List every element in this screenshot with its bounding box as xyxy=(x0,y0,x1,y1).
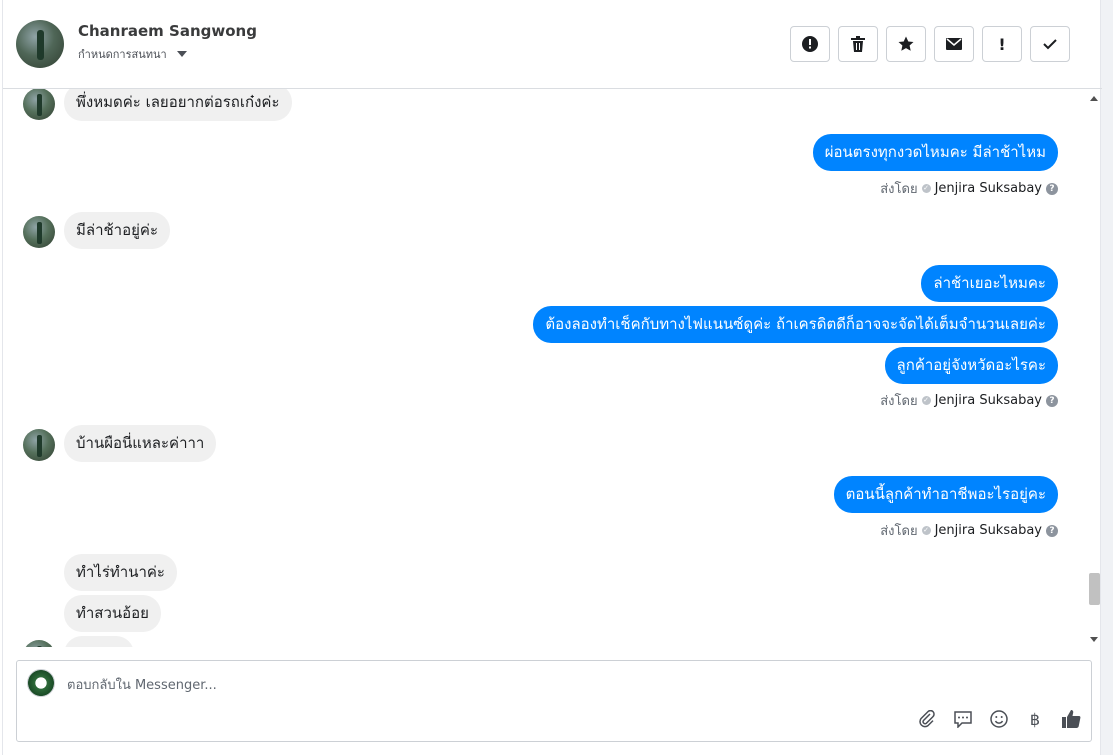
conversation-panel: Chanraem Sangwong กำหนดการสนทนา ! พึ่งหม… xyxy=(2,0,1102,755)
page-avatar xyxy=(27,669,55,697)
follow-up-button[interactable]: ! xyxy=(982,26,1022,62)
conversation-header: Chanraem Sangwong กำหนดการสนทนา ! xyxy=(3,0,1102,89)
sender-avatar xyxy=(23,640,55,647)
scroll-down-arrow-icon[interactable] xyxy=(1090,637,1098,642)
exclamation-icon: ! xyxy=(998,34,1006,54)
messenger-app: Chanraem Sangwong กำหนดการสนทนา ! พึ่งหม… xyxy=(0,0,1113,755)
reply-composer: ฿ xyxy=(16,660,1092,742)
mark-unread-button[interactable] xyxy=(934,26,974,62)
sent-by-name[interactable]: Jenjira Suksabay xyxy=(935,181,1042,196)
sent-by-name[interactable]: Jenjira Suksabay xyxy=(935,393,1042,408)
sender-avatar xyxy=(23,216,55,248)
message-thread[interactable]: พึ่งหมดค่ะ เลยอยากต่อรถเก๋งค่ะ ผ่อนตรงทุ… xyxy=(3,89,1102,647)
composer-actions: ฿ xyxy=(917,709,1081,729)
star-button[interactable] xyxy=(886,26,926,62)
help-icon[interactable]: ? xyxy=(1046,182,1058,195)
sent-by-prefix: ส่งโดย xyxy=(880,524,918,539)
mark-done-button[interactable] xyxy=(1030,26,1070,62)
saved-replies-button[interactable] xyxy=(953,709,973,729)
incoming-message[interactable]: ทำสวนอ้อย xyxy=(64,595,161,632)
paperclip-icon xyxy=(919,710,935,728)
sent-by-info: ส่งโดย ✓ Jenjira Suksabay ? xyxy=(880,520,1058,541)
check-icon: ✓ xyxy=(921,526,931,535)
sender-avatar xyxy=(23,89,55,120)
sent-by-name[interactable]: Jenjira Suksabay xyxy=(935,523,1042,538)
check-icon: ✓ xyxy=(921,184,931,193)
star-icon xyxy=(898,36,914,51)
scroll-up-arrow-icon[interactable] xyxy=(1090,96,1098,101)
outgoing-message[interactable]: ล่าช้าเยอะไหมคะ xyxy=(921,265,1058,302)
delete-button[interactable] xyxy=(838,26,878,62)
baht-icon: ฿ xyxy=(1029,709,1041,729)
conversation-schedule-label: กำหนดการสนทนา xyxy=(78,48,167,61)
contact-name[interactable]: Chanraem Sangwong xyxy=(78,22,257,40)
like-button[interactable] xyxy=(1061,709,1081,729)
conversation-schedule-menu[interactable]: กำหนดการสนทนา xyxy=(78,45,187,63)
thread-scrollbar[interactable] xyxy=(1086,89,1102,647)
outgoing-message[interactable]: ลูกค้าอยู่จังหวัดอะไรคะ xyxy=(884,347,1058,384)
sent-by-info: ส่งโดย ✓ Jenjira Suksabay ? xyxy=(880,390,1058,411)
incoming-message-partial[interactable] xyxy=(64,636,134,647)
outgoing-message[interactable]: ต้องลองทำเช็คกับทางไฟแนนซ์ดูค่ะ ถ้าเครดิ… xyxy=(533,306,1058,343)
mark-spam-button[interactable] xyxy=(790,26,830,62)
outgoing-message[interactable]: ผ่อนตรงทุกงวดไหมคะ มีล่าช้าไหม xyxy=(812,134,1058,171)
header-toolbar: ! xyxy=(790,26,1070,62)
page-gutter xyxy=(1101,0,1113,755)
sender-avatar xyxy=(23,429,55,461)
thumbs-up-icon xyxy=(1062,710,1081,728)
help-icon[interactable]: ? xyxy=(1046,394,1058,407)
caret-down-icon xyxy=(176,51,187,57)
exclamation-circle-icon xyxy=(802,36,818,52)
sent-by-prefix: ส่งโดย xyxy=(880,182,918,197)
sent-by-info: ส่งโดย ✓ Jenjira Suksabay ? xyxy=(880,178,1058,199)
emoji-button[interactable] xyxy=(989,709,1009,729)
quick-reply-icon xyxy=(954,711,972,728)
sent-by-prefix: ส่งโดย xyxy=(880,394,918,409)
outgoing-message[interactable]: ตอนนี้ลูกค้าทำอาชีพอะไรอยู่คะ xyxy=(833,476,1058,513)
payment-button[interactable]: ฿ xyxy=(1025,709,1045,729)
incoming-message[interactable]: พึ่งหมดค่ะ เลยอยากต่อรถเก๋งค่ะ xyxy=(64,89,292,121)
reply-input[interactable] xyxy=(67,675,867,695)
incoming-message[interactable]: ทำไร่ทำนาค่ะ xyxy=(64,554,177,591)
contact-avatar[interactable] xyxy=(16,20,64,68)
envelope-icon xyxy=(946,38,962,50)
check-icon: ✓ xyxy=(921,396,931,405)
emoji-icon xyxy=(990,710,1008,728)
trash-icon xyxy=(851,36,865,52)
incoming-message[interactable]: บ้านผือนี่แหละค่าาา xyxy=(64,425,217,462)
help-icon[interactable]: ? xyxy=(1046,524,1058,537)
scrollbar-thumb[interactable] xyxy=(1089,573,1100,605)
checkmark-icon xyxy=(1043,39,1057,50)
incoming-message[interactable]: มีล่าช้าอยู่ค่ะ xyxy=(64,212,170,249)
attach-button[interactable] xyxy=(917,709,937,729)
